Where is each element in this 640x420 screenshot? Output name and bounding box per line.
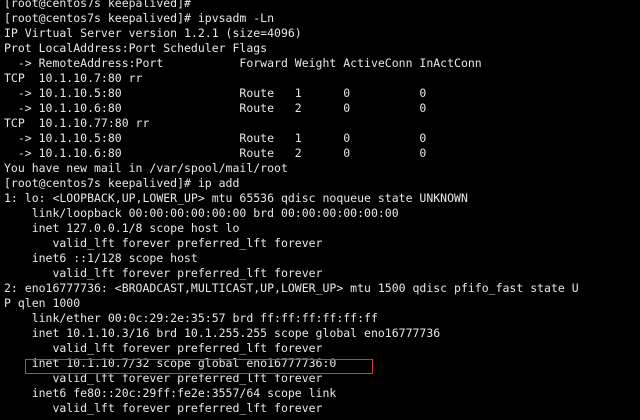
- terminal-line: TCP 10.1.10.7:80 rr: [4, 71, 143, 85]
- terminal-window[interactable]: [root@centos7s keepalived]# [root@centos…: [0, 0, 640, 420]
- terminal-line: valid_lft forever preferred_lft forever: [4, 236, 323, 250]
- terminal-line: -> 10.1.10.5:80 Route 1 0 0: [4, 131, 427, 145]
- terminal-line: valid_lft forever preferred_lft forever: [4, 266, 323, 280]
- terminal-line: IP Virtual Server version 1.2.1 (size=40…: [4, 26, 302, 40]
- terminal-line: 2: eno16777736: <BROADCAST,MULTICAST,UP,…: [4, 281, 579, 295]
- terminal-line: -> 10.1.10.6:80 Route 2 0 0: [4, 146, 427, 160]
- terminal-line: valid_lft forever preferred_lft forever: [4, 401, 323, 415]
- terminal-line: link/ether 00:0c:29:2e:35:57 brd ff:ff:f…: [4, 311, 378, 325]
- terminal-line: [root@centos7s keepalived]# ipvsadm -Ln: [4, 11, 275, 25]
- terminal-line: [root@centos7s keepalived]# ip add: [4, 176, 240, 190]
- terminal-line: Prot LocalAddress:Port Scheduler Flags: [4, 41, 268, 55]
- terminal-line: valid_lft forever preferred_lft forever: [4, 371, 323, 385]
- terminal-line: [root@centos7s keepalived]#: [4, 0, 191, 10]
- terminal-line: TCP 10.1.10.77:80 rr: [4, 116, 150, 130]
- terminal-line: 1: lo: <LOOPBACK,UP,LOWER_UP> mtu 65536 …: [4, 191, 468, 205]
- terminal-line: -> 10.1.10.6:80 Route 2 0 0: [4, 101, 427, 115]
- terminal-line: inet 10.1.10.7/32 scope global eno167777…: [4, 356, 337, 370]
- terminal-line: inet 10.1.10.3/16 brd 10.1.255.255 scope…: [4, 326, 441, 340]
- terminal-line: You have new mail in /var/spool/mail/roo…: [4, 161, 288, 175]
- terminal-line: valid_lft forever preferred_lft forever: [4, 341, 323, 355]
- terminal-line: inet6 fe80::20c:29ff:fe2e:3557/64 scope …: [4, 386, 337, 400]
- terminal-line: inet 127.0.0.1/8 scope host lo: [4, 221, 240, 235]
- terminal-line: P qlen 1000: [4, 296, 81, 310]
- terminal-line: link/loopback 00:00:00:00:00:00 brd 00:0…: [4, 206, 399, 220]
- terminal-line: -> 10.1.10.5:80 Route 1 0 0: [4, 86, 427, 100]
- terminal-line: inet6 ::1/128 scope host: [4, 251, 198, 265]
- terminal-line: -> RemoteAddress:Port Forward Weight Act…: [4, 56, 482, 70]
